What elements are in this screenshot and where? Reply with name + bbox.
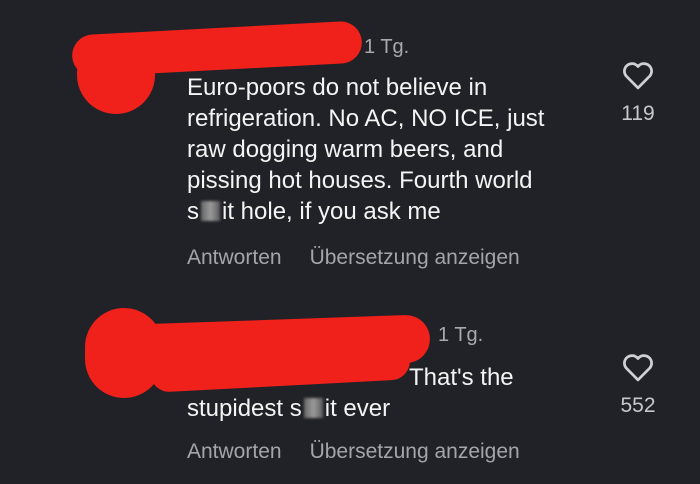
comment-line: raw dogging warm beers, and — [187, 136, 504, 163]
redacted-avatar — [77, 34, 155, 114]
comment-line: Euro-poors do not believe in — [187, 74, 488, 101]
comment-text-fragment: s — [187, 198, 199, 225]
comment-line: s it hole, if you ask me — [187, 196, 607, 227]
like-button[interactable]: 552 — [616, 352, 660, 418]
reply-button[interactable]: Antworten — [187, 246, 282, 269]
comment-2: 1 Tg. That's the stupidest s it ever Antw… — [0, 300, 700, 484]
comment-line: pissing hot houses. Fourth world — [187, 167, 533, 194]
comment-line: stupidest s it ever — [187, 393, 607, 424]
comment-actions: Antworten Übersetzung anzeigen — [187, 246, 520, 270]
comment-timestamp: 1 Tg. — [438, 324, 484, 346]
comment-body: Euro-poors do not believe in refrigerati… — [187, 72, 607, 227]
comment-timestamp: 1 Tg. — [364, 36, 410, 58]
heart-icon[interactable] — [621, 352, 655, 382]
comment-line: That's the — [409, 364, 514, 391]
comment-actions: Antworten Übersetzung anzeigen — [187, 440, 520, 464]
comment-text-fragment: it ever — [324, 395, 391, 422]
like-count: 552 — [620, 394, 656, 417]
redacted-avatar — [85, 308, 163, 398]
like-count: 119 — [621, 102, 655, 125]
heart-icon[interactable] — [621, 60, 655, 90]
censor-blur — [303, 398, 323, 418]
translate-button[interactable]: Übersetzung anzeigen — [310, 440, 520, 463]
comment-line: refrigeration. No AC, NO ICE, just — [187, 105, 545, 132]
comment-text-fragment: stupidest s — [187, 395, 302, 422]
comment-text-fragment: it hole, if you ask me — [222, 198, 441, 225]
like-button[interactable]: 119 — [616, 60, 660, 126]
reply-button[interactable]: Antworten — [187, 440, 282, 463]
censor-blur — [201, 201, 220, 221]
comment-1: 1 Tg. Euro-poors do not believe in refri… — [0, 0, 700, 290]
comment-body: That's the stupidest s it ever — [187, 362, 607, 424]
translate-button[interactable]: Übersetzung anzeigen — [310, 246, 520, 269]
